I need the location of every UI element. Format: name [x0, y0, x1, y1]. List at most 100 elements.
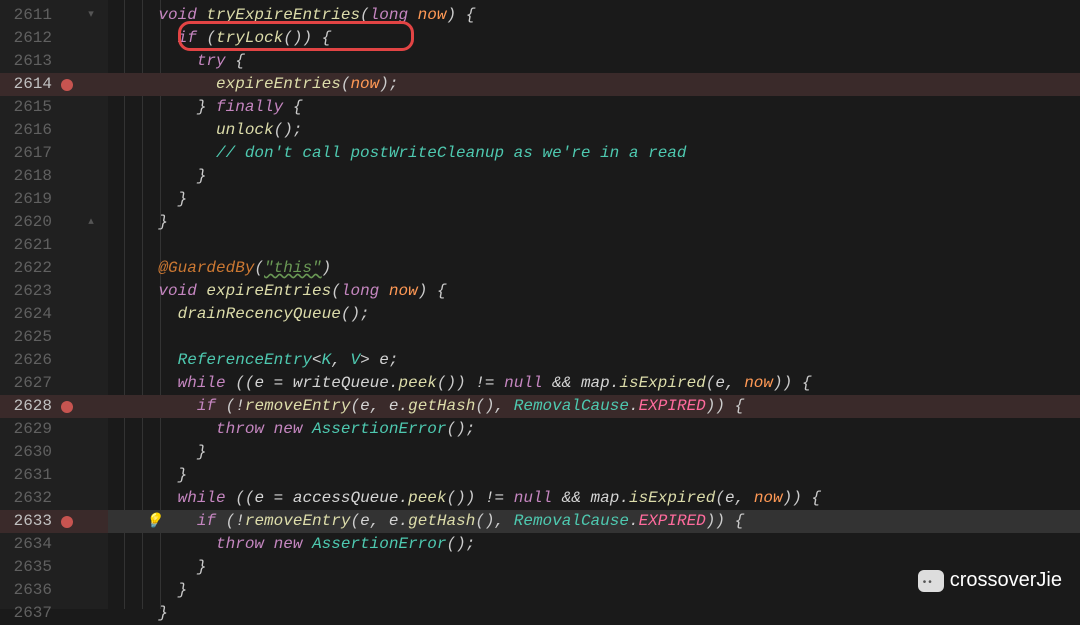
token-kw: null: [514, 487, 552, 510]
token-op: =: [264, 372, 293, 395]
gutter-line[interactable]: 2624: [0, 303, 108, 326]
gutter-line[interactable]: 2622: [0, 257, 108, 280]
token-id: e: [360, 510, 370, 533]
gutter-line[interactable]: 2636: [0, 579, 108, 602]
code-line[interactable]: expireEntries(now);: [108, 73, 1080, 96]
gutter-line[interactable]: 2623: [0, 280, 108, 303]
token-mth: isExpired: [629, 487, 715, 510]
token-pun: .: [399, 395, 409, 418]
fold-slot[interactable]: ▴: [82, 215, 100, 231]
breakpoint-icon[interactable]: [61, 516, 73, 528]
code-line[interactable]: @GuardedBy("this"): [108, 257, 1080, 280]
token-id: map: [581, 372, 610, 395]
code-line[interactable]: throw new AssertionError();: [108, 533, 1080, 556]
token-pun: (: [206, 27, 216, 50]
token-mth: expireEntries: [206, 280, 331, 303]
token-id: [226, 487, 236, 510]
code-line[interactable]: }: [108, 188, 1080, 211]
token-mth: peek: [398, 372, 436, 395]
line-number: 2635: [6, 556, 52, 579]
token-pun: ,: [370, 510, 389, 533]
token-param: now: [350, 73, 379, 96]
gutter-line[interactable]: 2629: [0, 418, 108, 441]
gutter-line[interactable]: 2621: [0, 234, 108, 257]
gutter-line[interactable]: 2632: [0, 487, 108, 510]
gutter-line[interactable]: 2619: [0, 188, 108, 211]
gutter-line[interactable]: 2628: [0, 395, 108, 418]
breakpoint-icon[interactable]: [61, 401, 73, 413]
token-id: [216, 395, 226, 418]
code-line[interactable]: unlock();: [108, 119, 1080, 142]
token-kw: long: [370, 4, 408, 27]
token-kw: finally: [216, 96, 283, 119]
gutter-line[interactable]: 2625: [0, 326, 108, 349]
line-number: 2617: [6, 142, 52, 165]
gutter-line[interactable]: 2633: [0, 510, 108, 533]
token-pun: .: [629, 395, 639, 418]
fold-slot[interactable]: ▾: [82, 8, 100, 24]
line-number: 2621: [6, 234, 52, 257]
breakpoint-icon[interactable]: [61, 79, 73, 91]
token-mth: tryLock: [216, 27, 283, 50]
gutter-line[interactable]: 2612: [0, 27, 108, 50]
gutter-line[interactable]: 2611▾: [0, 4, 108, 27]
gutter-line[interactable]: 2620 ▴: [0, 211, 108, 234]
token-pun: .: [398, 487, 408, 510]
token-pun: ,: [735, 487, 754, 510]
code-line[interactable]: }: [108, 602, 1080, 625]
gutter-line[interactable]: 2637: [0, 602, 108, 625]
breakpoint-slot[interactable]: [52, 401, 82, 413]
line-number: 2627: [6, 372, 52, 395]
gutter-line[interactable]: 2631: [0, 464, 108, 487]
code-line[interactable]: }: [108, 211, 1080, 234]
token-kw: if: [197, 510, 216, 533]
gutter-line[interactable]: 2615: [0, 96, 108, 119]
gutter-line[interactable]: 2627: [0, 372, 108, 395]
line-number: 2634: [6, 533, 52, 556]
code-line[interactable]: }: [108, 464, 1080, 487]
gutter-line[interactable]: 2613: [0, 50, 108, 73]
token-id: [408, 4, 418, 27]
code-line[interactable]: throw new AssertionError();: [108, 418, 1080, 441]
gutter-line[interactable]: 2626: [0, 349, 108, 372]
code-line[interactable]: while ((e = writeQueue.peek()) != null &…: [108, 372, 1080, 395]
breakpoint-slot[interactable]: [52, 79, 82, 91]
gutter-line[interactable]: 2630: [0, 441, 108, 464]
code-line[interactable]: if (!removeEntry(e, e.getHash(), Removal…: [108, 395, 1080, 418]
code-line[interactable]: ReferenceEntry<K, V> e;: [108, 349, 1080, 372]
code-line[interactable]: } finally {: [108, 96, 1080, 119]
code-line[interactable]: if (!removeEntry(e, e.getHash(), Removal…: [108, 510, 1080, 533]
lightbulb-icon[interactable]: 💡: [145, 512, 162, 532]
code-line[interactable]: [108, 326, 1080, 349]
gutter-line[interactable]: 2617: [0, 142, 108, 165]
gutter-line[interactable]: 2616: [0, 119, 108, 142]
code-line[interactable]: while ((e = accessQueue.peek()) != null …: [108, 487, 1080, 510]
code-line[interactable]: try {: [108, 50, 1080, 73]
code-line[interactable]: [108, 234, 1080, 257]
code-line[interactable]: if (tryLock()) {: [108, 27, 1080, 50]
code-line[interactable]: // don't call postWriteCleanup as we're …: [108, 142, 1080, 165]
gutter-line[interactable]: 2634: [0, 533, 108, 556]
token-pun: ,: [331, 349, 350, 372]
line-number: 2626: [6, 349, 52, 372]
code-area[interactable]: void tryExpireEntries(long now) { if (tr…: [108, 0, 1080, 609]
token-pun: (: [350, 395, 360, 418]
token-annstr: "this": [264, 257, 322, 280]
token-mth: getHash: [408, 395, 475, 418]
token-pun: )) {: [773, 372, 811, 395]
code-line[interactable]: }: [108, 165, 1080, 188]
line-number: 2620: [6, 211, 52, 234]
line-number: 2625: [6, 326, 52, 349]
breakpoint-slot[interactable]: [52, 516, 82, 528]
gutter-line[interactable]: 2618: [0, 165, 108, 188]
token-pun: )) {: [706, 395, 744, 418]
token-id: e: [360, 395, 370, 418]
code-line[interactable]: void expireEntries(long now) {: [108, 280, 1080, 303]
code-line[interactable]: }: [108, 441, 1080, 464]
code-line[interactable]: drainRecencyQueue();: [108, 303, 1080, 326]
code-line[interactable]: void tryExpireEntries(long now) {: [108, 4, 1080, 27]
gutter-line[interactable]: 2635: [0, 556, 108, 579]
line-number: 2623: [6, 280, 52, 303]
token-mth: drainRecencyQueue: [178, 303, 341, 326]
gutter-line[interactable]: 2614: [0, 73, 108, 96]
